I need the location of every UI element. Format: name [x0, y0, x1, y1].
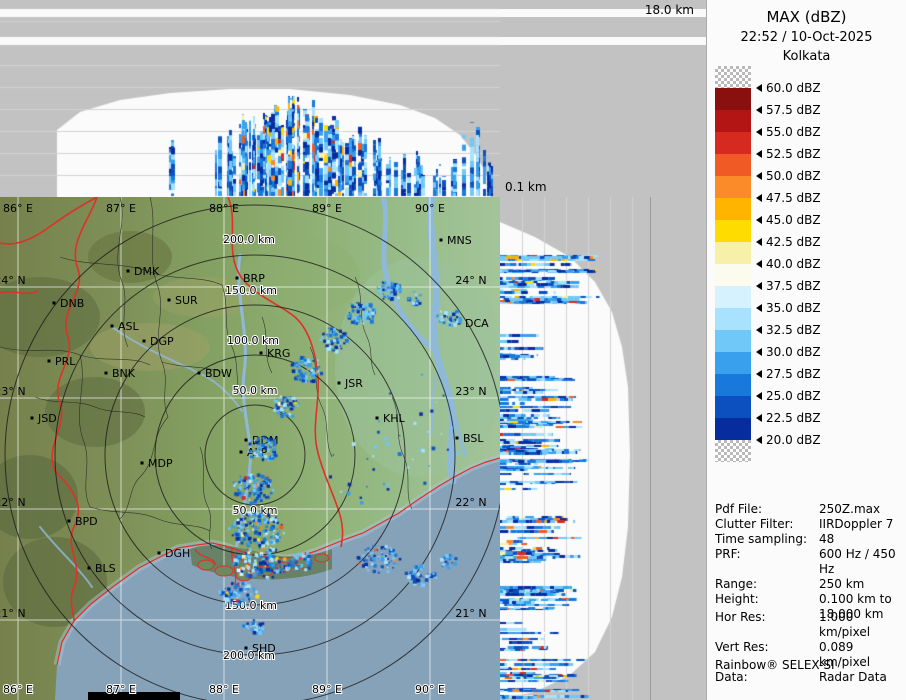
colorbar-label: 22.5 dBZ	[756, 411, 821, 425]
colorbar-band	[715, 286, 751, 308]
colorbar-label: 25.0 dBZ	[756, 389, 821, 403]
info-row: Time sampling: 48	[715, 532, 835, 546]
level-arrow-icon	[756, 436, 762, 444]
level-arrow-icon	[756, 348, 762, 356]
info-row: PRF: 600 Hz / 450 Hz	[715, 547, 896, 576]
colorbar-label: 57.5 dBZ	[756, 103, 821, 117]
xz-max-projection-panel	[0, 0, 500, 197]
colorbar-label: 20.0 dBZ	[756, 433, 821, 447]
colorbar-label: 60.0 dBZ	[756, 81, 821, 95]
colorbar-band	[715, 418, 751, 440]
colorbar-band	[715, 132, 751, 154]
colorbar-label: 37.5 dBZ	[756, 279, 821, 293]
colorbar-label: 55.0 dBZ	[756, 125, 821, 139]
colorbar-band	[715, 220, 751, 242]
colorbar-band	[715, 176, 751, 198]
colorbar-band	[715, 88, 751, 110]
dbz-colorbar: 60.0 dBZ 57.5 dBZ 55.0 dBZ 52.5 dBZ 50.0 dBZ…	[715, 66, 903, 462]
colorbar-band	[715, 242, 751, 264]
height-axis-origin-label: 0.1 km	[505, 180, 547, 194]
info-row: Pdf File: 250Z.max	[715, 502, 881, 516]
radar-product-display: 18.0 km 0.1 km MAX (dBZ) 22:52 / 10-Oct-…	[0, 0, 906, 700]
product-title: MAX (dBZ)	[766, 8, 847, 26]
colorbar-band	[715, 374, 751, 396]
level-arrow-icon	[756, 370, 762, 378]
colorbar-band	[715, 330, 751, 352]
colorbar-label: 47.5 dBZ	[756, 191, 821, 205]
level-arrow-icon	[756, 326, 762, 334]
colorbar-band	[715, 66, 751, 88]
colorbar-label: 40.0 dBZ	[756, 257, 821, 271]
legend-panel: MAX (dBZ) 22:52 / 10-Oct-2025 Kolkata 60…	[706, 0, 906, 700]
axis-corner: 18.0 km 0.1 km	[500, 0, 706, 197]
ppi-echo-overlay	[0, 197, 500, 700]
level-arrow-icon	[756, 414, 762, 422]
product-info-block: Pdf File: 250Z.max Clutter Filter: IIRDoppl…	[715, 502, 903, 622]
colorbar-label: 32.5 dBZ	[756, 323, 821, 337]
station-name: Kolkata	[782, 49, 831, 64]
level-arrow-icon	[756, 172, 762, 180]
colorbar-band	[715, 198, 751, 220]
level-arrow-icon	[756, 128, 762, 136]
colorbar-band	[715, 264, 751, 286]
yz-max-projection-panel	[500, 197, 640, 700]
colorbar-band	[715, 440, 751, 462]
info-row: Range: 250 km	[715, 577, 865, 591]
level-arrow-icon	[756, 282, 762, 290]
colorbar-band	[715, 396, 751, 418]
colorbar-band	[715, 352, 751, 374]
colorbar-band	[715, 154, 751, 176]
colorbar-label: 50.0 dBZ	[756, 169, 821, 183]
level-arrow-icon	[756, 260, 762, 268]
level-arrow-icon	[756, 194, 762, 202]
colorbar-label: 30.0 dBZ	[756, 345, 821, 359]
colorbar-band	[715, 110, 751, 132]
product-datetime: 22:52 / 10-Oct-2025	[740, 30, 873, 45]
level-arrow-icon	[756, 238, 762, 246]
level-arrow-icon	[756, 304, 762, 312]
info-row: Clutter Filter: IIRDoppler 7	[715, 517, 894, 531]
colorbar-label: 52.5 dBZ	[756, 147, 821, 161]
height-axis-max-label: 18.0 km	[644, 3, 694, 17]
info-row: Hor Res: 1.000 km/pixel	[715, 610, 871, 639]
software-credit: Rainbow® SELEX-SI	[715, 658, 835, 672]
level-arrow-icon	[756, 392, 762, 400]
colorbar-label: 27.5 dBZ	[756, 367, 821, 381]
level-arrow-icon	[756, 216, 762, 224]
level-arrow-icon	[756, 84, 762, 92]
info-row: Data: Radar Data	[715, 670, 887, 684]
level-arrow-icon	[756, 150, 762, 158]
resolution-info-block: Hor Res: 1.000 km/pixel Vert Res: 0.089 km/…	[715, 610, 903, 685]
level-arrow-icon	[756, 106, 762, 114]
colorbar-band	[715, 308, 751, 330]
colorbar-label: 35.0 dBZ	[756, 301, 821, 315]
colorbar-label: 42.5 dBZ	[756, 235, 821, 249]
grid-stripe	[500, 37, 706, 45]
colorbar-label: 45.0 dBZ	[756, 213, 821, 227]
panel-divider	[650, 197, 651, 700]
